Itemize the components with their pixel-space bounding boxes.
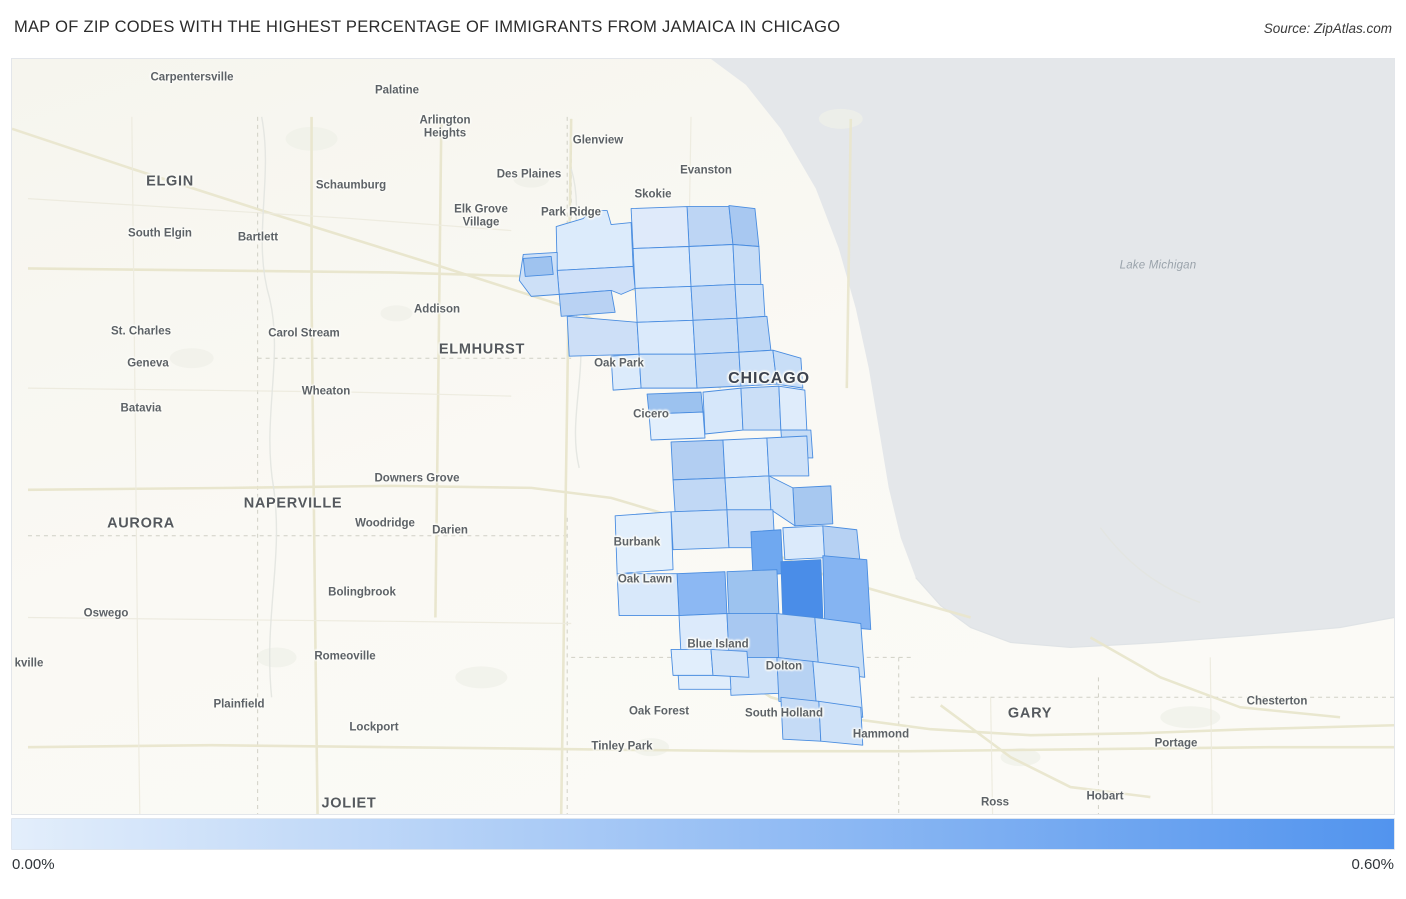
zip-area xyxy=(710,648,750,678)
zip-area xyxy=(732,244,762,285)
zip-area xyxy=(638,353,698,389)
zip-area xyxy=(792,485,834,527)
zip-area xyxy=(740,385,782,431)
zip-area xyxy=(766,435,810,477)
zip-area xyxy=(780,696,822,742)
legend-labels: 0.00% 0.60% xyxy=(11,856,1395,882)
zip-area xyxy=(648,411,706,441)
legend-max-value: 0.60% xyxy=(1351,856,1394,873)
zip-area xyxy=(694,351,742,389)
zip-area xyxy=(558,289,616,317)
zip-area xyxy=(778,385,808,431)
zip-area xyxy=(822,555,872,630)
zip-area xyxy=(636,319,696,355)
map-container[interactable]: Carpentersville Palatine Arlington Heights G… xyxy=(11,58,1395,815)
zip-area xyxy=(738,349,778,387)
zip-area xyxy=(566,315,640,357)
zip-area xyxy=(630,206,690,249)
zip-area xyxy=(646,391,704,415)
zip-area xyxy=(556,266,636,295)
zip-area xyxy=(610,353,642,391)
zip-area xyxy=(736,315,772,353)
zip-area xyxy=(702,387,744,435)
zip-area xyxy=(670,509,730,551)
map-legend: 0.00% 0.60% xyxy=(11,818,1395,882)
zip-area-max xyxy=(780,559,824,620)
zip-area xyxy=(818,700,864,746)
zip-area xyxy=(692,317,740,355)
zip-area xyxy=(722,437,770,479)
zip-area xyxy=(616,573,680,616)
legend-gradient-bar xyxy=(11,818,1395,850)
zip-area xyxy=(782,525,826,561)
zip-area xyxy=(728,205,760,247)
zip-area xyxy=(522,256,554,277)
zip-area xyxy=(614,511,674,575)
zip-area xyxy=(670,648,714,676)
page-title: Map of Zip Codes with the Highest Percen… xyxy=(14,18,841,36)
zip-area xyxy=(632,246,692,289)
zip-area xyxy=(686,206,734,247)
zip-area xyxy=(734,283,766,319)
zip-area xyxy=(750,529,784,577)
legend-min-value: 0.00% xyxy=(12,856,55,873)
zip-area xyxy=(670,439,726,481)
zip-area xyxy=(672,477,728,513)
source-attribution: Source: ZipAtlas.com xyxy=(1263,21,1392,36)
zip-area xyxy=(634,285,694,323)
zip-area xyxy=(688,244,736,287)
zip-area xyxy=(724,475,772,511)
zip-area xyxy=(676,571,728,616)
zip-area xyxy=(726,569,780,616)
choropleth-map-canvas[interactable] xyxy=(12,59,1394,814)
zip-area xyxy=(690,283,738,321)
page-header: Map of Zip Codes with the Highest Percen… xyxy=(0,0,1406,58)
